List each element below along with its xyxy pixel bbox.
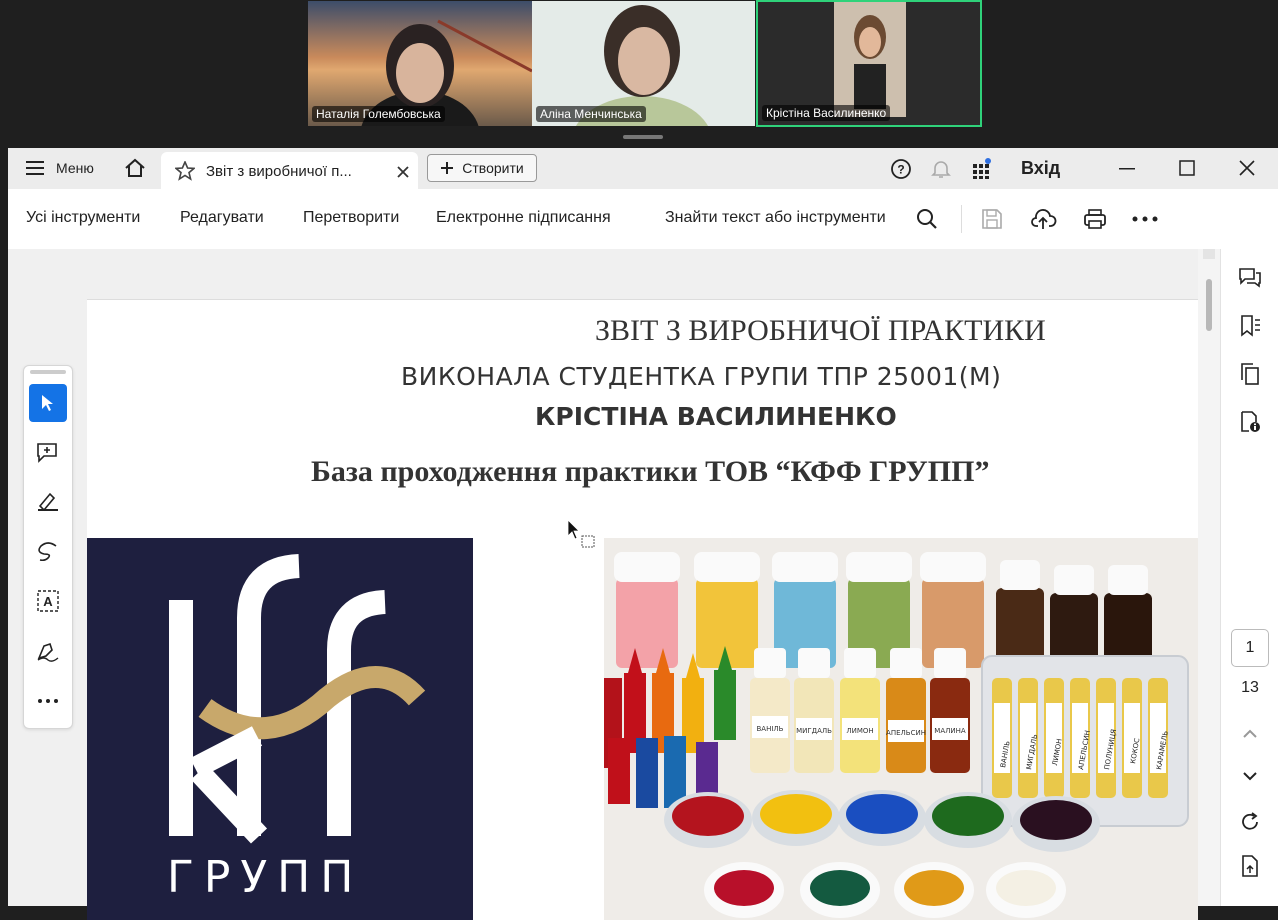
- select-tool[interactable]: [29, 384, 67, 422]
- previous-page-button[interactable]: [1237, 721, 1263, 747]
- next-page-button[interactable]: [1237, 763, 1263, 789]
- mouse-cursor-icon: [568, 520, 595, 548]
- maximize-icon[interactable]: [1179, 160, 1195, 176]
- bookmark-icon: [1241, 315, 1260, 337]
- student-name: КРІСТІНА ВАСИЛИНЕНКО: [535, 402, 897, 431]
- menu-button[interactable]: Меню: [26, 160, 94, 176]
- participant-name: Крістіна Василиненко: [762, 105, 891, 121]
- chevron-up-icon: [1243, 729, 1257, 738]
- convert-menu[interactable]: Перетворити: [303, 209, 399, 227]
- bottle-label: ВАНІЛЬ: [757, 725, 784, 733]
- svg-text:?: ?: [897, 163, 904, 177]
- create-label: Створити: [462, 160, 524, 176]
- bottle-label: АПЕЛЬСИН: [886, 729, 926, 737]
- chevron-down-icon: [1243, 772, 1257, 781]
- document-tab[interactable]: Звіт з виробничої п...: [161, 152, 418, 189]
- export-page-button[interactable]: [1237, 853, 1263, 879]
- document-info-icon: [1241, 411, 1260, 432]
- highlight-tool[interactable]: [29, 482, 67, 520]
- company-logo: ГРУПП: [87, 538, 473, 920]
- text-box-icon: A: [37, 590, 59, 612]
- flavor-products-illustration: ВАНІЛЬ МИГДАЛЬ ЛИМОН АПЕЛЬСИН МАЛИНА ВАН…: [604, 538, 1198, 920]
- document-properties-button[interactable]: [1237, 409, 1263, 435]
- total-pages: 13: [1241, 679, 1259, 696]
- add-comment-tool[interactable]: [29, 434, 67, 472]
- panel-resize-handle[interactable]: [623, 135, 663, 139]
- quick-tools-palette: A: [23, 365, 73, 729]
- signin-button[interactable]: Вхід: [1021, 158, 1060, 179]
- minimize-icon[interactable]: [1119, 161, 1135, 177]
- print-icon[interactable]: [1083, 208, 1107, 230]
- right-panel-rail: 1 13: [1220, 249, 1278, 906]
- bookmarks-panel-button[interactable]: [1237, 313, 1263, 339]
- pen-sign-icon: [37, 642, 59, 662]
- palette-grip[interactable]: [30, 370, 66, 374]
- toolbar-divider: [961, 205, 962, 233]
- copy-pages-icon: [1241, 363, 1259, 385]
- scroll-arrow-up[interactable]: [1203, 249, 1215, 259]
- current-page-input[interactable]: 1: [1231, 629, 1269, 667]
- logo-wordmark: ГРУПП: [167, 852, 364, 903]
- pages-panel-button[interactable]: [1237, 361, 1263, 387]
- main-toolbar: Усі інструменти Редагувати Перетворити Е…: [8, 189, 1278, 250]
- more-options-icon[interactable]: [1132, 216, 1158, 222]
- tab-title: Звіт з виробничої п...: [206, 163, 352, 180]
- video-tile-1[interactable]: Наталія Голембовська: [308, 1, 532, 126]
- video-tile-2[interactable]: Аліна Менчинська: [532, 1, 755, 126]
- practice-base: База проходження практики ТОВ “КФФ ГРУПП…: [311, 455, 990, 488]
- product-photo: ВАНІЛЬ МИГДАЛЬ ЛИМОН АПЕЛЬСИН МАЛИНА ВАН…: [604, 538, 1198, 920]
- menu-label: Меню: [56, 160, 94, 176]
- refresh-icon: [1242, 812, 1258, 830]
- title-bar: Меню Звіт з виробничої п... Створити ? В…: [8, 148, 1278, 189]
- save-icon[interactable]: [981, 208, 1003, 230]
- bottle-label: МИГДАЛЬ: [796, 727, 832, 735]
- vertical-scrollbar[interactable]: [1198, 249, 1220, 906]
- hamburger-icon: [26, 161, 44, 175]
- document-viewport[interactable]: ЗВІТ З ВИРОБНИЧОЇ ПРАКТИКИ ВИКОНАЛА СТУД…: [8, 249, 1220, 920]
- home-icon: [125, 158, 145, 177]
- sign-tool[interactable]: [29, 632, 67, 670]
- scrollbar-thumb[interactable]: [1206, 279, 1212, 331]
- report-title: ЗВІТ З ВИРОБНИЧОЇ ПРАКТИКИ: [595, 314, 1046, 347]
- help-icon[interactable]: ?: [890, 158, 912, 180]
- freehand-draw-icon: [38, 542, 57, 562]
- home-button[interactable]: [124, 158, 146, 178]
- search-icon[interactable]: [916, 208, 938, 230]
- acrobat-window: Меню Звіт з виробничої п... Створити ? В…: [8, 148, 1278, 920]
- participant-name: Аліна Менчинська: [536, 106, 646, 122]
- search-tools-field[interactable]: Знайти текст або інструменти: [665, 209, 886, 227]
- bottle-label: ЛИМОН: [846, 727, 873, 735]
- close-window-icon[interactable]: [1239, 160, 1255, 176]
- refresh-button[interactable]: [1237, 809, 1263, 835]
- cloud-upload-icon[interactable]: [1031, 207, 1057, 231]
- highlighter-icon: [38, 492, 58, 512]
- file-export-icon: [1242, 855, 1258, 877]
- pdf-page: ЗВІТ З ВИРОБНИЧОЇ ПРАКТИКИ ВИКОНАЛА СТУД…: [87, 299, 1198, 920]
- more-tools-button[interactable]: [29, 682, 67, 720]
- edit-menu[interactable]: Редагувати: [180, 209, 264, 227]
- all-tools-menu[interactable]: Усі інструменти: [26, 209, 140, 227]
- plus-icon: [441, 162, 454, 174]
- bell-icon[interactable]: [930, 158, 952, 180]
- bottle-label: МАЛИНА: [934, 727, 966, 735]
- svg-text:A: A: [43, 594, 53, 609]
- report-subtitle: ВИКОНАЛА СТУДЕНТКА ГРУПИ ТПР 25001(М): [401, 362, 1002, 391]
- more-horizontal-icon: [38, 699, 58, 703]
- comments-panel-button[interactable]: [1237, 265, 1263, 291]
- comments-icon: [1239, 268, 1261, 288]
- text-box-tool[interactable]: A: [29, 582, 67, 620]
- create-button[interactable]: Створити: [427, 154, 537, 182]
- esign-menu[interactable]: Електронне підписання: [436, 209, 611, 227]
- video-tile-3-active[interactable]: Крістіна Василиненко: [756, 0, 982, 127]
- star-icon[interactable]: [175, 161, 195, 181]
- apps-grid-icon[interactable]: [971, 158, 993, 180]
- pointer-arrow-icon: [42, 395, 53, 411]
- participant-name: Наталія Голембовська: [312, 106, 445, 122]
- close-tab-icon[interactable]: [397, 166, 409, 178]
- comment-add-icon: [37, 443, 57, 463]
- draw-tool[interactable]: [29, 532, 67, 570]
